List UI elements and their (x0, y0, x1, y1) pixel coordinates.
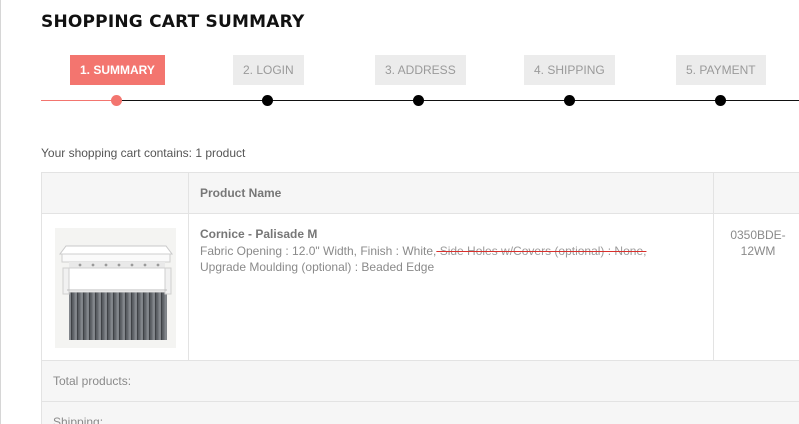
step-login[interactable]: 2. Login (233, 55, 304, 85)
cart-count-text: Your shopping cart contains: 1 product (41, 146, 246, 160)
shipping-label: Shipping: (53, 415, 104, 424)
product-image-cell (42, 214, 189, 360)
table-header-row: Product Name (41, 173, 799, 214)
product-attributes: Fabric Opening : 12.0" Width, Finish : W… (200, 243, 705, 275)
product-name-link[interactable]: Cornice - Palisade M (200, 227, 317, 241)
step-dot-login (262, 95, 273, 106)
step-dot-address (413, 95, 424, 106)
product-attributes-text: Fabric Opening : 12.0" Width, Finish : W… (200, 244, 437, 258)
step-dot-shipping (564, 95, 575, 106)
progress-line-remaining (116, 100, 799, 101)
cart-table: Product Name Cornice - Palisade M Fabric… (41, 172, 799, 424)
product-attributes-removed: Side Holes w/Covers (optional) : None, (436, 244, 647, 258)
product-reference: 0350BDE-12WM (730, 228, 786, 258)
checkout-steps: 1. Summary 2. Login 3. Address 4. Shippi… (0, 55, 799, 115)
column-header-image (42, 173, 189, 213)
step-address[interactable]: 3. Address (375, 55, 466, 85)
page-title: SHOPPING CART SUMMARY (41, 12, 305, 32)
column-header-product-name: Product Name (189, 173, 714, 213)
step-dot-payment (715, 95, 726, 106)
total-products-label: Total products: (53, 374, 132, 388)
shipping-row: Shipping: (41, 402, 799, 424)
cornice-product-image[interactable] (55, 228, 176, 348)
progress-line-completed (41, 100, 116, 101)
step-dot-summary (111, 95, 122, 106)
product-attributes-line2: Upgrade Moulding (optional) : Beaded Edg… (200, 260, 435, 274)
column-header-reference (714, 173, 799, 213)
step-summary[interactable]: 1. Summary (70, 55, 165, 85)
total-products-row: Total products: (41, 361, 799, 402)
table-row: Cornice - Palisade M Fabric Opening : 12… (41, 214, 799, 361)
step-shipping[interactable]: 4. Shipping (524, 55, 615, 85)
step-payment[interactable]: 5. Payment (676, 55, 766, 85)
cornice-illustration (55, 228, 176, 348)
product-details-cell: Cornice - Palisade M Fabric Opening : 12… (189, 214, 714, 360)
